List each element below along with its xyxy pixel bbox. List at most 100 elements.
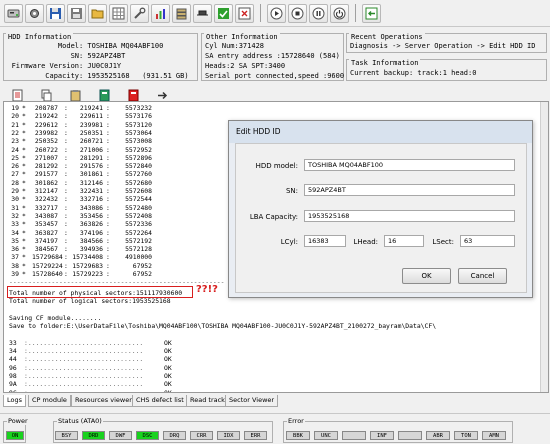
- lcyl-field[interactable]: 16383: [304, 235, 346, 247]
- hdd-info-value: : 592APZ4BT: [79, 52, 126, 60]
- scroll-icon: [12, 89, 23, 101]
- table-cell: *: [22, 137, 26, 146]
- tab-chs-defect-list[interactable]: CHS defect list: [132, 395, 188, 407]
- lba-capacity-label: LBA Capacity:: [249, 213, 298, 221]
- table-cell: *: [22, 170, 26, 179]
- annotation-box: [7, 286, 193, 299]
- chart-button[interactable]: [151, 3, 170, 23]
- table-cell: :: [106, 120, 110, 129]
- lba-capacity-field[interactable]: 1953525168: [304, 210, 515, 222]
- table-cell: :: [64, 153, 68, 162]
- table-row: 39 * 15728640:15729223: 67952: [4, 270, 164, 278]
- other-info-line: Cyl Num:371428: [205, 42, 265, 50]
- pause-button[interactable]: [309, 3, 328, 23]
- table-row: 38 * 15729224:15729683: 67952: [4, 262, 164, 270]
- error-led-bbk: BBK: [286, 431, 310, 440]
- table-cell: :: [106, 261, 110, 270]
- hat-button[interactable]: [193, 3, 212, 23]
- tab-resources-viewer[interactable]: Resources viewer: [71, 395, 136, 407]
- table-cell: 15728640: [32, 270, 63, 278]
- tab-read-track[interactable]: Read track: [186, 395, 229, 407]
- ok-button[interactable]: OK: [402, 268, 451, 284]
- table-cell: 5572896: [125, 153, 152, 162]
- ok-row-status: OK: [164, 380, 172, 389]
- table-cell: 67952: [132, 270, 152, 278]
- tab-cp-module[interactable]: CP module: [28, 395, 71, 407]
- floppy-button[interactable]: [46, 3, 65, 23]
- table-cell: :: [64, 245, 68, 254]
- logical-sectors-line: Total number of logical sectors:19535251…: [9, 297, 171, 306]
- table-row: 31 * 332717:343086:5572480: [4, 204, 164, 212]
- tab-logs[interactable]: Logs: [3, 395, 26, 407]
- other-info-line: SA entry address :15728640 (584): [205, 52, 340, 60]
- table-cell: *: [22, 261, 26, 270]
- error-led-amn: AMN: [482, 431, 506, 440]
- table-cell: 36: [11, 245, 19, 254]
- table-cell: :: [106, 211, 110, 220]
- other-info-line: Serial port connected,speed :9600: [205, 72, 345, 80]
- error-title: Error: [287, 417, 305, 425]
- table-cell: 301861: [79, 170, 103, 179]
- table-cell: :: [106, 195, 110, 204]
- drive-button[interactable]: [4, 3, 23, 23]
- table-cell: 26: [11, 162, 19, 171]
- close-square-icon: [238, 7, 251, 19]
- table-cell: 37: [11, 253, 19, 262]
- save-button[interactable]: [67, 3, 86, 23]
- grid-button[interactable]: [109, 3, 128, 23]
- table-cell: :: [106, 112, 110, 121]
- table-row: 23 * 250352:260721:5573008: [4, 137, 164, 145]
- lhead-field[interactable]: 16: [384, 235, 424, 247]
- tools-button[interactable]: [130, 3, 149, 23]
- power-button[interactable]: [330, 3, 349, 23]
- table-cell: 5572408: [125, 211, 152, 220]
- save-icon: [71, 7, 82, 19]
- table-cell: 5572544: [125, 195, 152, 204]
- log-scrollbar[interactable]: [540, 102, 548, 392]
- recent-ops-title: Recent Operations: [349, 33, 425, 41]
- hdd-model-label: HDD model:: [255, 162, 298, 170]
- table-cell: 384567: [34, 245, 58, 254]
- folder-button[interactable]: [88, 3, 107, 23]
- tab-sector-viewer[interactable]: Sector Viewer: [225, 395, 279, 407]
- lsect-field[interactable]: 63: [460, 235, 515, 247]
- table-cell: 15729224: [32, 261, 63, 270]
- hat-icon: [197, 10, 208, 15]
- ok-row-dots: :..............................: [24, 355, 144, 364]
- table-row: 26 * 281292:291576:5572840: [4, 162, 164, 170]
- hdd-model-field[interactable]: TOSHIBA MQ04ABF100: [304, 159, 515, 171]
- stack-button[interactable]: [172, 3, 191, 23]
- table-row: 21 * 229612:239981:5573120: [4, 121, 164, 129]
- table-cell: 22: [11, 128, 19, 137]
- exit-button[interactable]: [362, 3, 381, 23]
- gear-button[interactable]: [25, 3, 44, 23]
- table-cell: *: [22, 236, 26, 245]
- table-cell: 35: [11, 236, 19, 245]
- check-button[interactable]: [214, 3, 233, 23]
- table-cell: 15729684: [32, 253, 63, 262]
- pause-icon: [312, 7, 325, 19]
- table-cell: *: [22, 220, 26, 229]
- table-cell: :: [106, 236, 110, 245]
- play-button[interactable]: [267, 3, 286, 23]
- hdd-info-panel: HDD Information Model: TOSHIBA MQ04ABF10…: [3, 33, 198, 81]
- table-cell: 23: [11, 137, 19, 146]
- stop-button[interactable]: [288, 3, 307, 23]
- cancel-button[interactable]: Cancel: [458, 268, 507, 284]
- red-book-icon: [128, 89, 139, 101]
- table-cell: 5572336: [125, 220, 152, 229]
- table-cell: 5572264: [125, 228, 152, 237]
- sn-field[interactable]: 592APZ4BT: [304, 184, 515, 196]
- table-cell: :: [64, 162, 68, 171]
- ok-row-dots: :..............................: [24, 347, 144, 356]
- table-cell: 5572192: [125, 236, 152, 245]
- ok-row-id: 9A: [9, 380, 17, 389]
- table-cell: *: [22, 162, 26, 171]
- check-icon: [218, 7, 229, 19]
- table-cell: :: [64, 220, 68, 229]
- table-row: 30 * 322432:332716:5572544: [4, 195, 164, 203]
- ok-row-status: OK: [164, 355, 172, 364]
- close-square-button[interactable]: [235, 3, 254, 23]
- recent-ops-panel: Recent Operations Diagnosis -> Server Op…: [346, 33, 547, 53]
- table-cell: 250352: [34, 137, 58, 146]
